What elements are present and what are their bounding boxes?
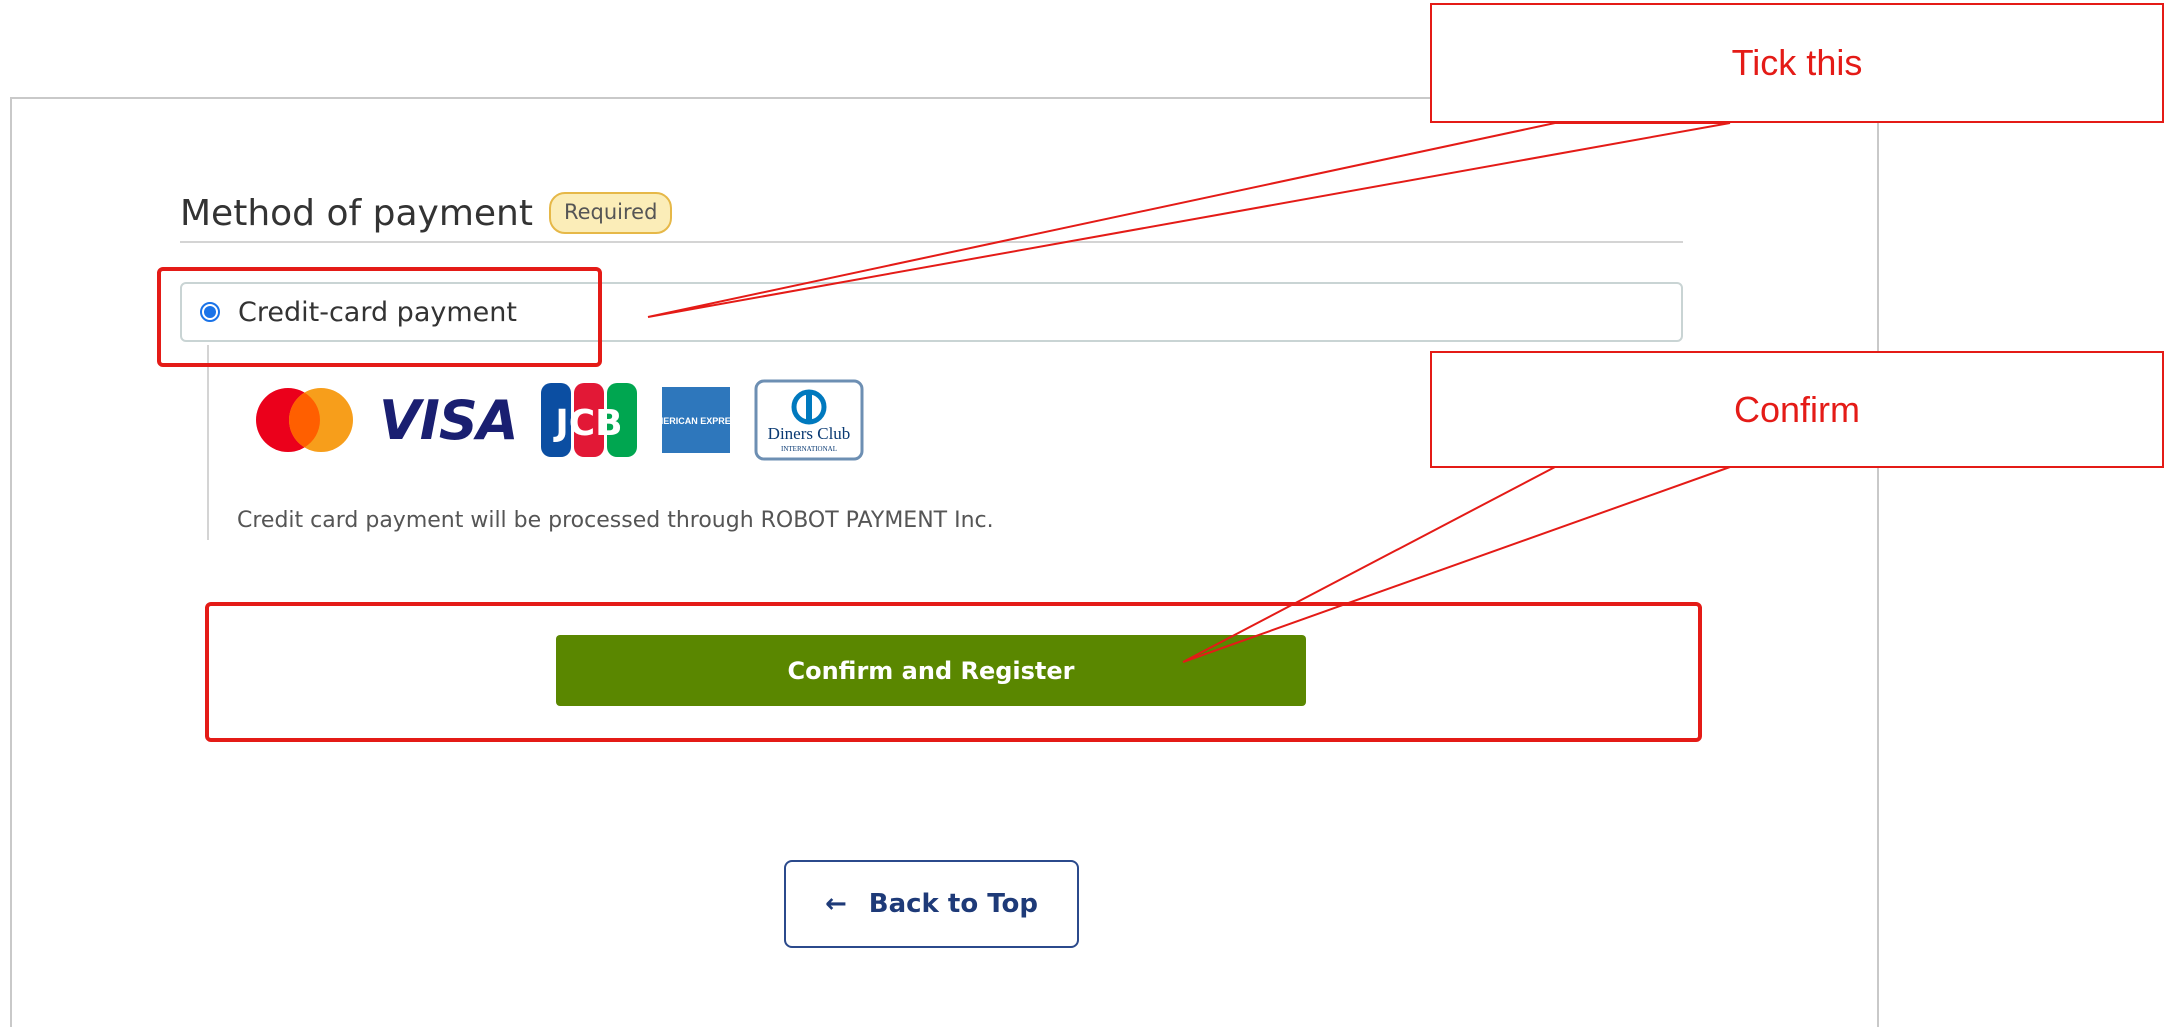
section-divider xyxy=(180,241,1683,243)
highlight-credit-card-option xyxy=(157,267,602,367)
diners-sub-text: INTERNATIONAL xyxy=(781,445,837,453)
back-arrow-icon: ← xyxy=(824,889,847,919)
visa-icon: VISA xyxy=(379,388,519,452)
required-badge: Required xyxy=(548,192,673,234)
card-brand-logos: VISA JCB AMERICAN EXPRESS Diners Club IN… xyxy=(252,375,886,465)
section-title-text: Method of payment xyxy=(180,192,533,234)
diners-text: Diners Club xyxy=(767,424,850,443)
back-to-top-button[interactable]: ← Back to Top xyxy=(784,860,1079,948)
option-detail-bar xyxy=(207,345,209,540)
back-to-top-label: Back to Top xyxy=(868,889,1038,919)
mastercard-icon xyxy=(252,385,357,455)
jcb-icon: JCB xyxy=(540,381,638,459)
callout-tick-this: Tick this xyxy=(1430,3,2164,123)
payment-processor-note: Credit card payment will be processed th… xyxy=(237,508,994,533)
amex-text: AMERICAN EXPRESS xyxy=(660,416,732,426)
american-express-icon: AMERICAN EXPRESS xyxy=(660,385,732,455)
highlight-confirm-area xyxy=(205,602,1702,742)
jcb-text: JCB xyxy=(552,403,622,444)
callout-confirm: Confirm xyxy=(1430,351,2164,468)
section-title: Method of payment Required xyxy=(180,192,673,234)
diners-club-icon: Diners Club INTERNATIONAL xyxy=(754,379,864,461)
